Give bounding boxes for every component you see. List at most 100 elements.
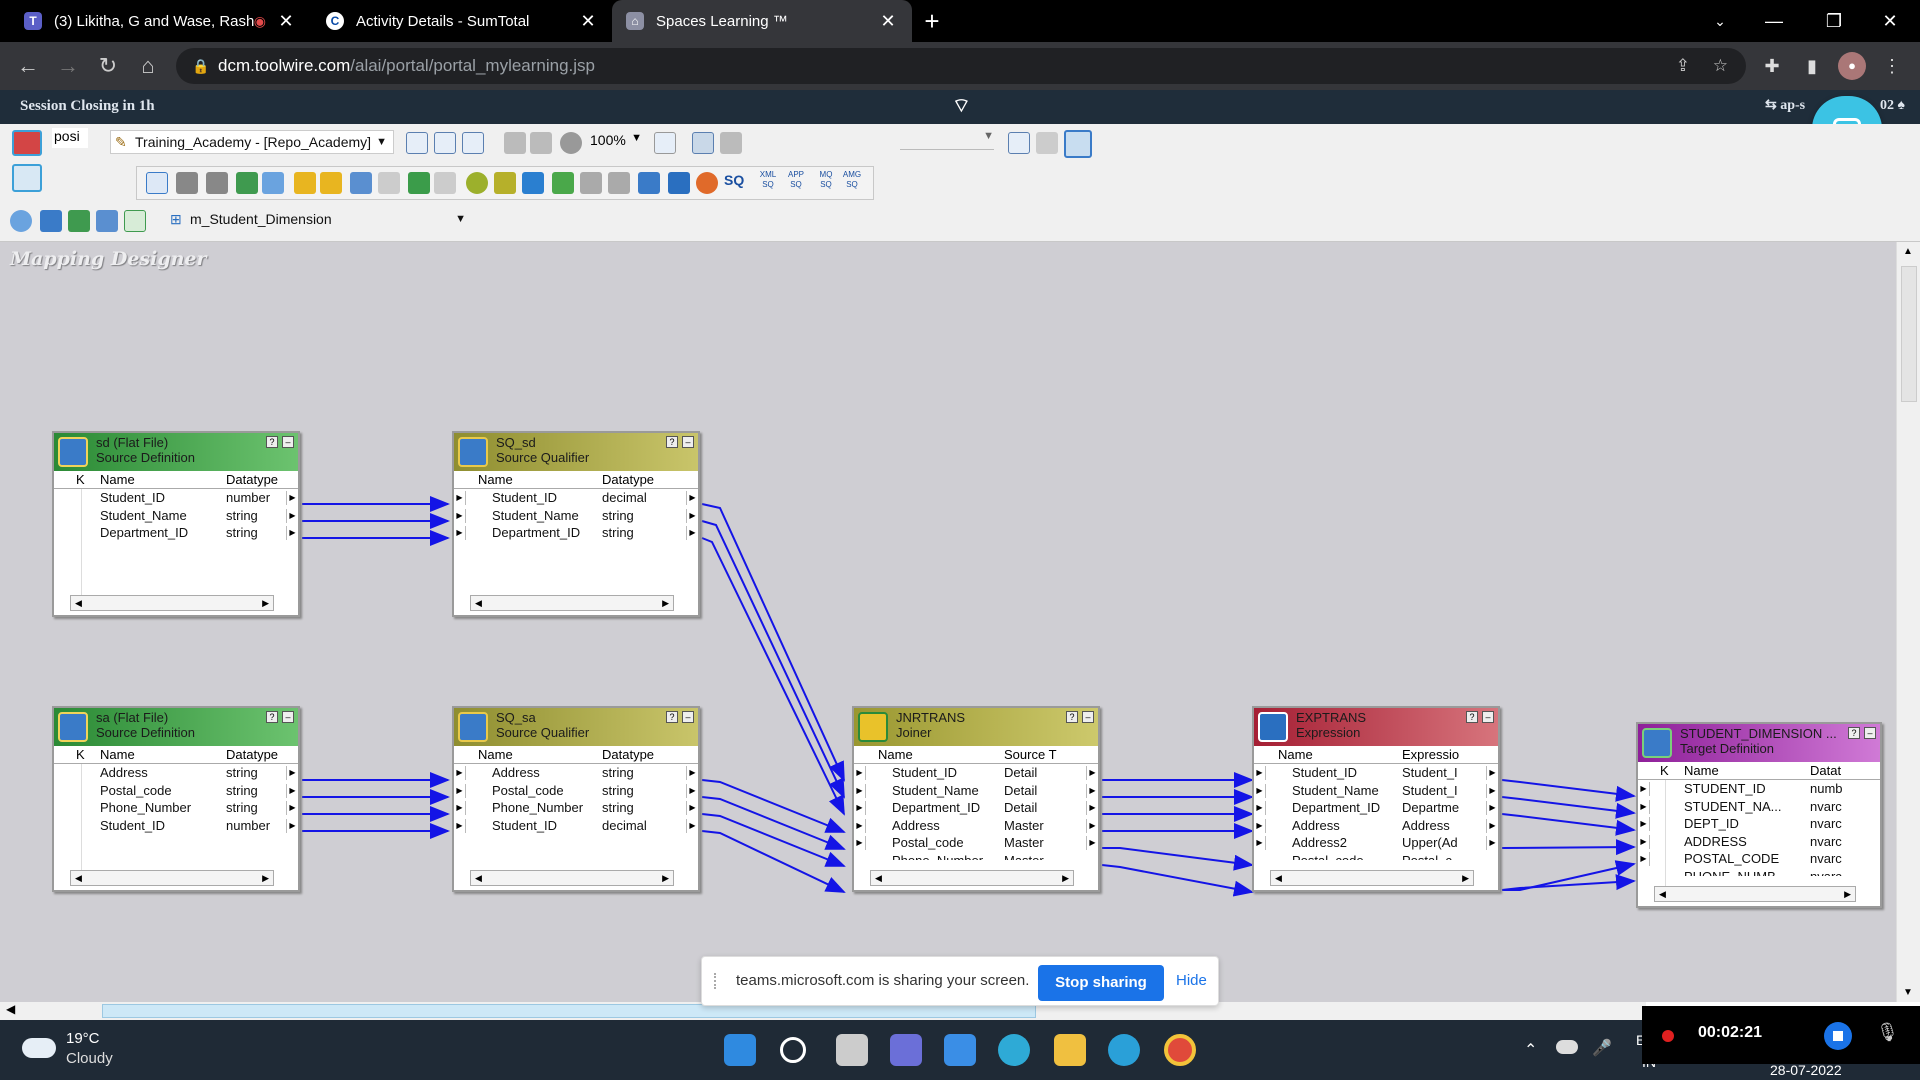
input-port-icon[interactable]: ▶ [454, 526, 466, 540]
close-tab-icon[interactable]: ✕ [578, 11, 598, 32]
port-row[interactable]: ▶ Student_ID decimal ▶ [454, 489, 698, 507]
close-workspace-icon[interactable] [12, 130, 42, 156]
minimize-box-icon[interactable]: – [1482, 711, 1494, 723]
scroll-right-icon[interactable]: ▶ [262, 871, 269, 885]
port-row[interactable]: ▶ Address string ▶ [454, 764, 698, 782]
tab-teams[interactable]: T (3) Likitha, G and Wase, Rash ◉ ✕ [10, 0, 310, 42]
horizontal-scrollbar[interactable]: ◀ ▶ [870, 870, 1074, 886]
output-port-icon[interactable]: ▶ [686, 526, 698, 540]
minimize-box-icon[interactable]: – [682, 711, 694, 723]
help-icon[interactable]: ? [1466, 711, 1478, 723]
tab-sumtotal[interactable]: C Activity Details - SumTotal ✕ [312, 0, 612, 42]
share-page-icon[interactable]: ⇪ [1676, 48, 1690, 84]
output-port-icon[interactable]: ▶ [1486, 783, 1498, 798]
output-port-icon[interactable]: ▶ [1086, 766, 1098, 780]
transformation-developer-icon[interactable] [96, 210, 118, 232]
bookmark-star-icon[interactable]: ☆ [1713, 48, 1728, 84]
port-row[interactable]: ▶ STUDENT_ID numb [1638, 780, 1880, 798]
minimize-box-icon[interactable]: – [1082, 711, 1094, 723]
mapplet-designer-icon[interactable] [124, 210, 146, 232]
sql-button[interactable]: SQ [724, 172, 744, 188]
search-icon[interactable] [780, 1037, 806, 1063]
scroll-thumb[interactable] [1901, 266, 1917, 402]
validate-icon[interactable] [692, 132, 714, 154]
port-row[interactable]: Student_Name string ▶ [54, 507, 298, 525]
output-port-icon[interactable]: ▶ [286, 508, 298, 523]
minimize-box-icon[interactable]: – [282, 711, 294, 723]
transformation-header[interactable]: STUDENT_DIMENSION ... Target Definition … [1638, 724, 1880, 762]
edge-icon[interactable] [998, 1034, 1030, 1066]
input-port-icon[interactable]: ▶ [454, 818, 466, 833]
port-row[interactable]: ▶ Address2 Upper(Ad ▶ [1254, 834, 1498, 852]
output-port-icon[interactable]: ▶ [286, 526, 298, 540]
link-icon[interactable] [176, 172, 198, 194]
input-port-icon[interactable]: ▶ [454, 766, 466, 780]
chat-icon[interactable] [890, 1034, 922, 1066]
minimize-box-icon[interactable]: – [682, 436, 694, 448]
minimize-box-icon[interactable]: – [1864, 727, 1876, 739]
search-icon[interactable] [10, 210, 32, 232]
scroll-down-icon[interactable]: ▼ [1903, 987, 1913, 998]
side-panel-icon[interactable]: ▮ [1798, 52, 1826, 80]
pointer-icon[interactable] [146, 172, 168, 194]
joiner-icon[interactable] [494, 172, 516, 194]
microphone-icon[interactable]: 🎤 [1592, 1038, 1612, 1058]
output-port-icon[interactable]: ▶ [1486, 801, 1498, 815]
horizontal-scrollbar[interactable]: ◀ ▶ [1270, 870, 1474, 886]
port-row[interactable]: ▶ Postal_code Master ▶ [854, 834, 1098, 852]
column-header[interactable]: Name [478, 746, 513, 763]
output-port-icon[interactable]: ▶ [686, 508, 698, 523]
zoom-normal-icon[interactable] [560, 132, 582, 154]
input-port-icon[interactable]: ▶ [854, 801, 866, 815]
layout-icon[interactable] [406, 132, 428, 154]
input-port-icon[interactable]: ▶ [1638, 852, 1650, 866]
horizontal-scrollbar[interactable]: ◀ ▶ [470, 595, 674, 611]
sq-sa-source-qualifier[interactable]: SQ_sa Source Qualifier ? – Name Datatype … [452, 706, 700, 892]
filter-icon[interactable] [294, 172, 316, 194]
input-port-icon[interactable]: ▶ [1638, 782, 1650, 796]
port-row[interactable]: ▶ Student_ID decimal ▶ [454, 817, 698, 835]
output-port-icon[interactable]: ▶ [286, 801, 298, 815]
port-row[interactable]: ▶ Department_ID Detail ▶ [854, 799, 1098, 817]
fit-icon[interactable] [654, 132, 676, 154]
column-header[interactable]: Datatype [602, 471, 654, 488]
scroll-right-icon[interactable]: ▶ [1844, 887, 1851, 901]
port-row[interactable]: ▶ DEPT_ID nvarc [1638, 815, 1880, 833]
reload-icon[interactable]: ↻ [92, 50, 124, 82]
horizontal-scrollbar[interactable]: ◀ ▶ [70, 870, 274, 886]
canvas-vertical-scrollbar[interactable]: ▲ ▼ [1896, 242, 1920, 1002]
lookup-icon[interactable] [350, 172, 372, 194]
source-qualifier-icon[interactable] [236, 172, 258, 194]
port-row[interactable]: ▶ Phone_Number string ▶ [454, 799, 698, 817]
scroll-right-icon[interactable]: ▶ [1462, 871, 1469, 885]
port-row[interactable]: PHONE_NUMB nvarc [1638, 868, 1880, 876]
port-row[interactable]: ▶ Student_ID Detail ▶ [854, 764, 1098, 782]
scroll-left-icon[interactable]: ◀ [75, 871, 82, 885]
column-header[interactable]: Name [100, 746, 135, 763]
scroll-left-icon[interactable]: ◀ [475, 871, 482, 885]
port-row[interactable]: ▶ ADDRESS nvarc [1638, 833, 1880, 851]
minimize-icon[interactable]: — [1746, 0, 1802, 42]
sq-sd-source-qualifier[interactable]: SQ_sd Source Qualifier ? – Name Datatype … [452, 431, 700, 617]
home-icon[interactable]: ⌂ [132, 50, 164, 82]
scroll-thumb[interactable] [102, 1004, 1036, 1018]
transformation-header[interactable]: SQ_sd Source Qualifier ? – [454, 433, 698, 471]
port-row[interactable]: ▶ Postal_code string ▶ [454, 782, 698, 800]
scroll-right-icon[interactable]: ▶ [262, 596, 269, 610]
output-port-icon[interactable]: ▶ [286, 766, 298, 780]
input-port-icon[interactable]: ▶ [854, 783, 866, 798]
scroll-right-icon[interactable]: ▶ [662, 596, 669, 610]
input-port-icon[interactable]: ▶ [1254, 766, 1266, 780]
input-port-icon[interactable]: ▶ [854, 818, 866, 833]
exptrans-expression[interactable]: EXPTRANS Expression ? – Name Expressio ▶ S… [1252, 706, 1500, 892]
output-port-icon[interactable]: ▶ [1086, 783, 1098, 798]
stored-procedure-icon[interactable] [408, 172, 430, 194]
output-port-icon[interactable]: ▶ [1086, 818, 1098, 833]
port-row[interactable]: ▶ Student_Name Student_I ▶ [1254, 782, 1498, 800]
horizontal-scrollbar[interactable]: ◀ ▶ [1654, 886, 1856, 902]
find-icon[interactable] [462, 132, 484, 154]
output-port-icon[interactable]: ▶ [286, 818, 298, 833]
mapping-select[interactable]: ⊞ m_Student_Dimension ▼ [166, 208, 472, 232]
horizontal-scrollbar[interactable]: ◀ ▶ [470, 870, 674, 886]
app-sq-button[interactable]: APP SQ [784, 170, 808, 190]
